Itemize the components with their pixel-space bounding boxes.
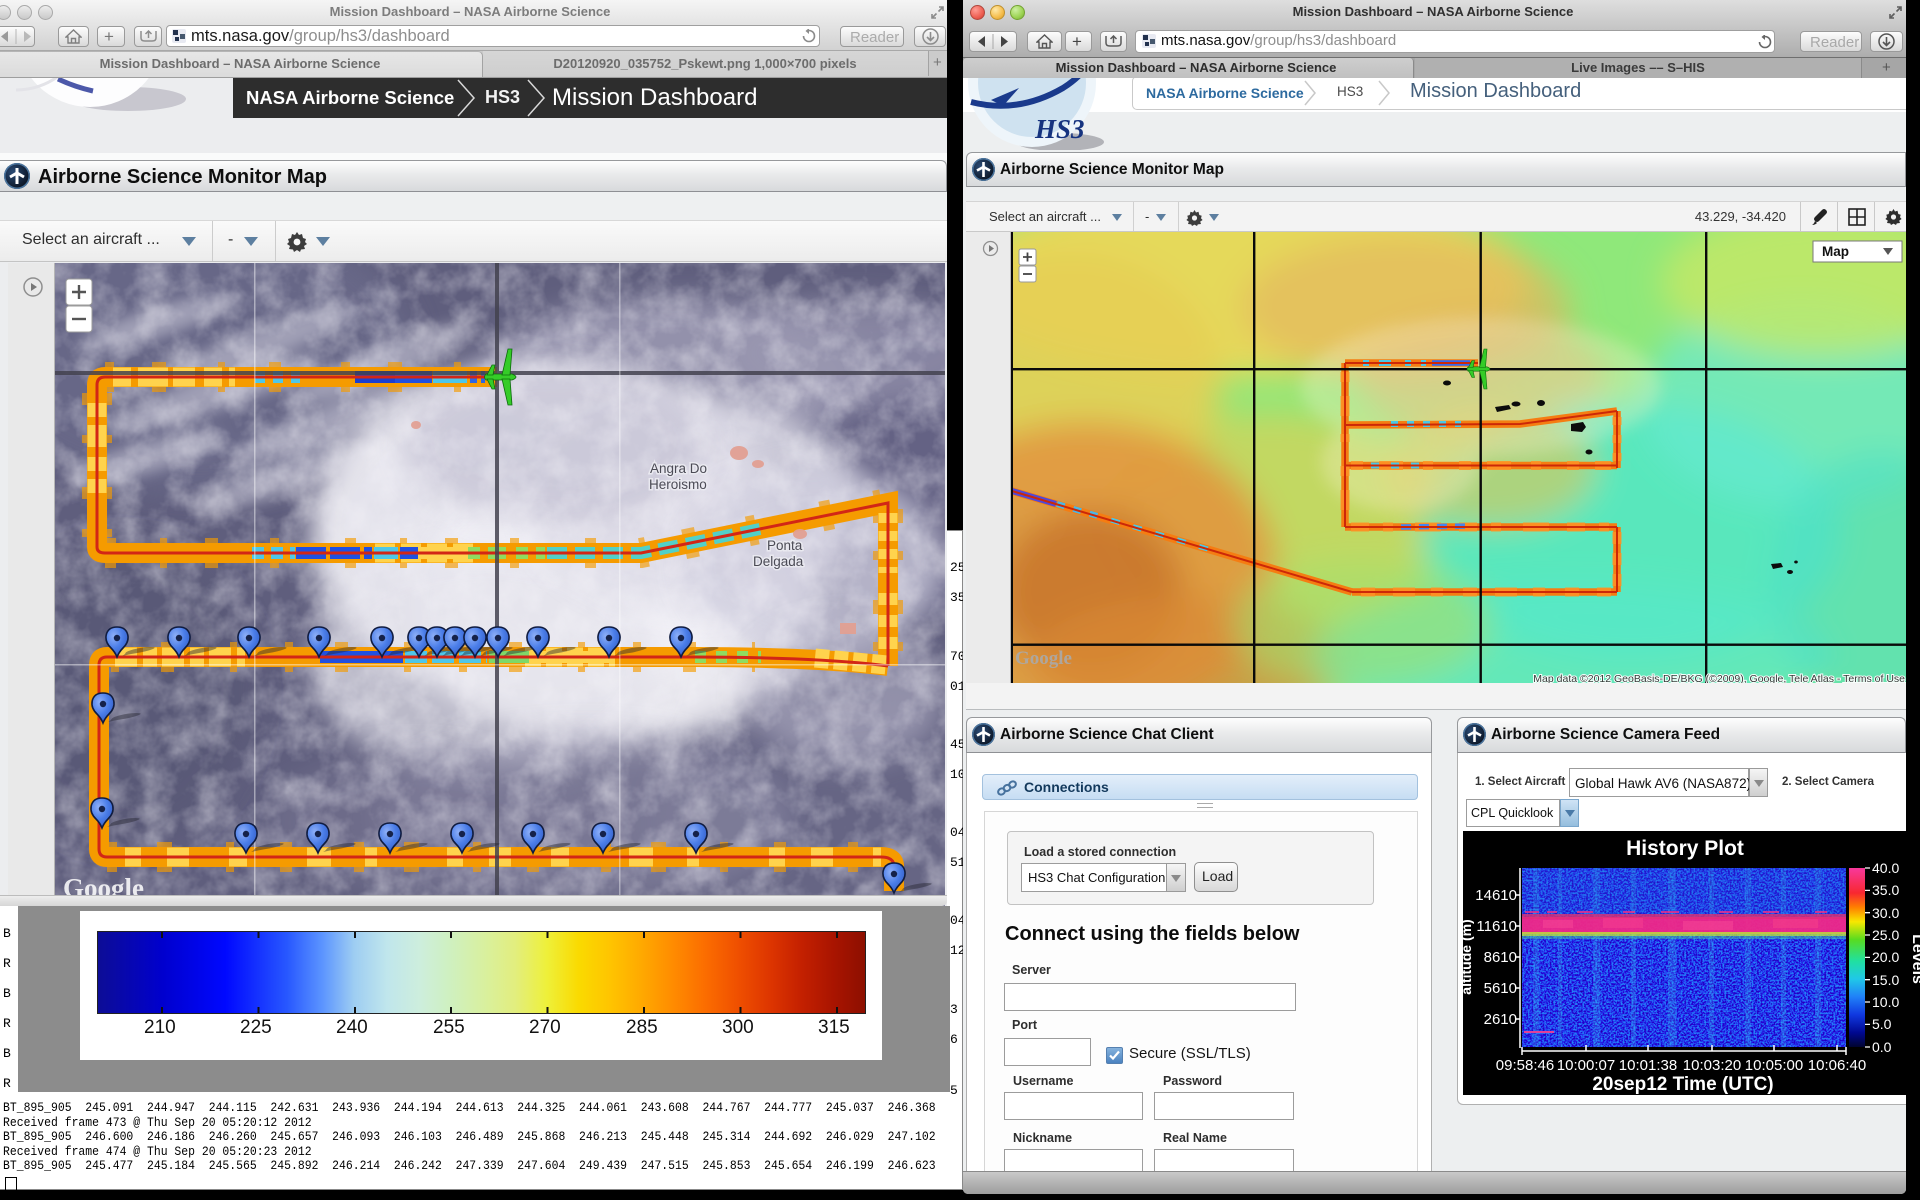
svg-text:0.0: 0.0 (1872, 1039, 1892, 1055)
svg-text:10.0: 10.0 (1872, 994, 1899, 1010)
svg-text:10:00:07: 10:00:07 (1557, 1057, 1615, 1074)
svg-text:Angra Do: Angra Do (650, 461, 707, 476)
svg-text:5.0: 5.0 (1872, 1016, 1892, 1032)
svg-text:09:58:46: 09:58:46 (1496, 1057, 1554, 1074)
svg-text:11610: 11610 (1476, 918, 1517, 935)
svg-text:40.0: 40.0 (1872, 860, 1899, 876)
svg-text:30.0: 30.0 (1872, 905, 1899, 921)
svg-text:20sep12 Time (UTC): 20sep12 Time (UTC) (1592, 1074, 1773, 1095)
svg-text:Map data ©2012 GeoBasis-DE/BKG: Map data ©2012 GeoBasis-DE/BKG (©2009), … (1533, 673, 1905, 683)
svg-text:altitude (m): altitude (m) (1463, 919, 1474, 994)
svg-text:10:03:20: 10:03:20 (1683, 1057, 1741, 1074)
svg-text:Heroismo: Heroismo (649, 477, 707, 492)
svg-text:35.0: 35.0 (1872, 882, 1899, 898)
svg-text:10:05:00: 10:05:00 (1745, 1057, 1803, 1074)
svg-text:Ponta: Ponta (767, 538, 803, 553)
svg-text:History Plot: History Plot (1626, 837, 1744, 860)
svg-text:14610: 14610 (1475, 887, 1517, 904)
svg-text:10:01:38: 10:01:38 (1619, 1057, 1677, 1074)
svg-text:HS3: HS3 (1034, 114, 1085, 144)
svg-text:Delgada: Delgada (753, 554, 804, 569)
svg-text:Google: Google (1015, 648, 1072, 669)
svg-text:Map: Map (1822, 244, 1849, 259)
svg-text:8610: 8610 (1484, 949, 1517, 966)
svg-text:5610: 5610 (1484, 980, 1517, 997)
svg-text:2610: 2610 (1484, 1011, 1517, 1028)
svg-text:10:06:40: 10:06:40 (1808, 1057, 1866, 1074)
